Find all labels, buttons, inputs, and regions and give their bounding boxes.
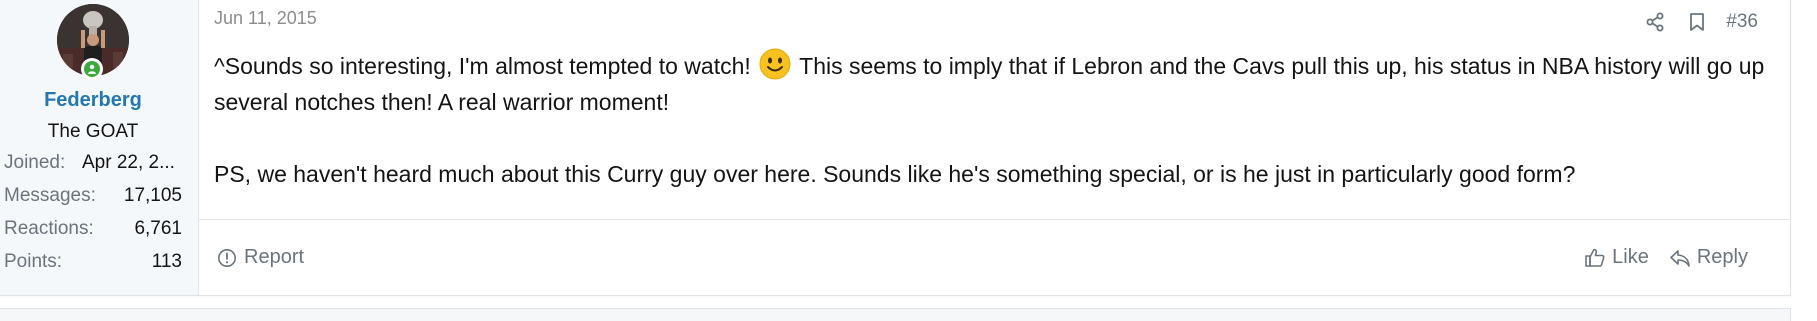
stat-label: Reactions: — [4, 218, 94, 239]
stat-value: Apr 22, 2... — [82, 152, 175, 173]
post-footer-divider — [199, 219, 1790, 220]
stat-label: Points: — [4, 251, 63, 272]
like-label: Like — [1612, 246, 1649, 268]
smile-emoji-icon — [759, 48, 791, 80]
report-icon — [218, 248, 236, 267]
post-date[interactable]: Jun 11, 2015 — [214, 8, 317, 29]
stat-value: 113 — [151, 251, 182, 272]
report-button[interactable]: Report — [217, 246, 304, 269]
reply-icon — [1670, 249, 1690, 267]
stat-value: 6,761 — [134, 218, 182, 239]
stat-points: Points: 113 — [4, 251, 182, 275]
post-paragraph: ^Sounds so interesting, I'm almost tempt… — [214, 48, 1774, 120]
post-header-actions: #36 — [1634, 8, 1758, 36]
post-number-link[interactable]: #36 — [1726, 11, 1758, 33]
report-label: Report — [244, 246, 305, 268]
stat-label: Messages: — [4, 185, 96, 206]
reply-label: Reply — [1696, 246, 1748, 268]
user-sidebar: Federberg The GOAT Joined: Apr 22, 2... … — [0, 0, 199, 295]
post-footer-actions: Like Reply — [1564, 246, 1748, 269]
stat-joined: Joined: Apr 22, 2... — [4, 152, 182, 176]
online-status-indicator — [81, 58, 103, 80]
thumbs-up-icon — [1585, 248, 1605, 267]
stat-value: 17,105 — [123, 185, 182, 206]
stat-reactions: Reactions: 6,761 — [4, 218, 182, 242]
user-online-icon — [88, 64, 96, 74]
bookmark-icon[interactable] — [1676, 8, 1718, 36]
username-link[interactable]: Federberg — [0, 89, 186, 112]
forum-post: Federberg The GOAT Joined: Apr 22, 2... … — [0, 0, 1791, 296]
post-text: ^Sounds so interesting, I'm almost tempt… — [214, 53, 758, 79]
post-paragraph: PS, we haven't heard much about this Cur… — [214, 161, 1576, 187]
user-title: The GOAT — [47, 121, 139, 142]
next-post-edge — [0, 308, 1791, 321]
stat-messages: Messages: 17,105 — [4, 185, 182, 209]
stat-label: Joined: — [4, 152, 66, 173]
like-button[interactable]: Like — [1584, 246, 1649, 269]
post-message-body: ^Sounds so interesting, I'm almost tempt… — [214, 48, 1774, 192]
reply-button[interactable]: Reply — [1669, 246, 1748, 269]
share-icon[interactable] — [1634, 8, 1676, 36]
